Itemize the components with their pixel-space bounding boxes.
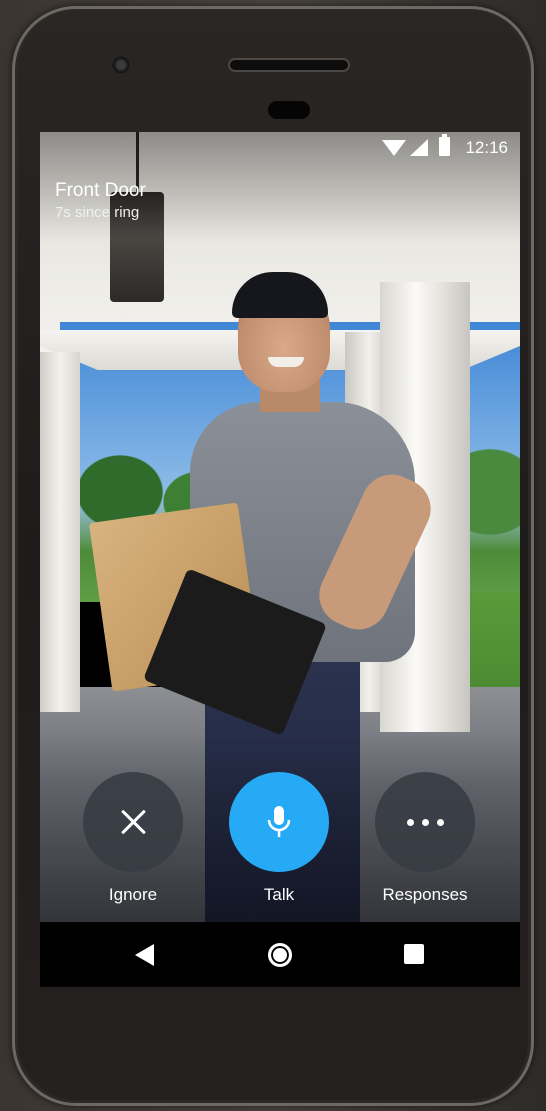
home-icon[interactable] — [268, 943, 292, 967]
signal-icon — [410, 139, 428, 156]
camera-title: Front Door — [55, 180, 146, 201]
talk-label: Talk — [263, 885, 295, 904]
wifi-icon — [382, 140, 406, 156]
ignore-button[interactable] — [83, 772, 183, 872]
talk-button[interactable] — [229, 772, 329, 872]
back-icon[interactable] — [135, 944, 154, 966]
proximity-sensor — [268, 101, 310, 119]
phone-screen: 12:16 Front Door 7s since ring Ignore Ta… — [40, 132, 520, 987]
front-camera — [112, 56, 130, 74]
ring-elapsed-time: 7s since ring — [55, 204, 140, 221]
responses-action[interactable]: Responses — [375, 772, 475, 905]
microphone-icon — [267, 806, 291, 837]
ignore-action[interactable]: Ignore — [83, 772, 183, 905]
talk-action[interactable]: Talk — [229, 772, 329, 905]
android-nav-bar — [40, 922, 520, 987]
responses-label: Responses — [382, 885, 468, 904]
ignore-label: Ignore — [108, 885, 158, 904]
earpiece-speaker — [230, 60, 348, 70]
status-time: 12:16 — [465, 138, 508, 157]
battery-icon — [439, 134, 450, 156]
status-bar: 12:16 — [40, 132, 520, 162]
more-dots-icon — [406, 818, 444, 826]
close-icon — [119, 808, 147, 836]
recents-icon[interactable] — [404, 944, 424, 964]
responses-button[interactable] — [375, 772, 475, 872]
